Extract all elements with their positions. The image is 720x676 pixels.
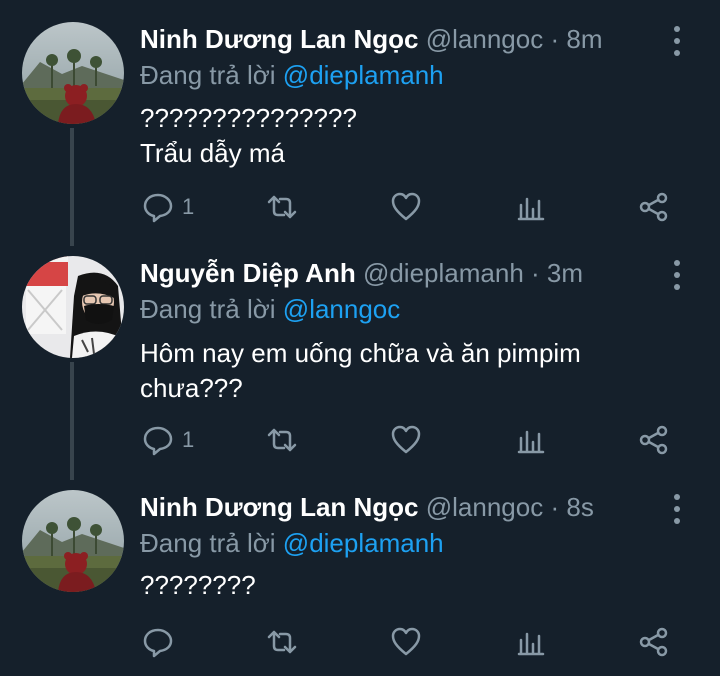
separator-dot: ·	[550, 24, 560, 54]
heart-icon	[391, 627, 421, 656]
reply-count: 1	[182, 427, 195, 452]
more-vertical-icon[interactable]	[668, 494, 686, 524]
avatar-image	[22, 22, 124, 124]
avatar-image	[22, 490, 124, 592]
share-button[interactable]	[638, 187, 670, 227]
tweet-text: ??????????????? Trẩu dẫy má	[140, 101, 357, 171]
timestamp[interactable]: 8s	[566, 492, 593, 522]
replying-to-label: Đang trả lời	[140, 294, 276, 324]
avatar[interactable]	[22, 22, 124, 124]
reply-count: 1	[182, 194, 195, 219]
avatar[interactable]	[22, 490, 124, 592]
views-button[interactable]	[515, 622, 547, 662]
user-handle[interactable]: @lanngoc	[426, 492, 543, 522]
replying-to: Đang trả lời @dieplamanh	[140, 528, 444, 559]
avatar[interactable]	[22, 256, 124, 358]
tweet[interactable]: Ninh Dương Lan Ngọc @lanngoc · 8s Đang t…	[0, 480, 720, 676]
tweet-text-line: Trẩu dẫy má	[140, 138, 285, 168]
retweet-icon	[267, 195, 297, 219]
timestamp[interactable]: 3m	[547, 258, 583, 288]
separator-dot: ·	[550, 492, 560, 522]
analytics-icon	[517, 197, 545, 221]
retweet-button[interactable]	[266, 187, 298, 227]
display-name[interactable]: Ninh Dương Lan Ngọc	[140, 492, 419, 522]
action-bar	[0, 622, 720, 662]
analytics-icon	[517, 632, 545, 656]
share-button[interactable]	[638, 420, 670, 460]
separator-dot: ·	[531, 258, 540, 288]
tweet-text: Hôm nay em uống chữa và ăn pimpim chưa??…	[140, 336, 581, 406]
action-bar: 1	[0, 420, 720, 460]
replying-to-label: Đang trả lời	[140, 60, 276, 90]
retweet-icon	[267, 630, 297, 654]
replying-to: Đang trả lời @dieplamanh	[140, 60, 444, 91]
views-button[interactable]	[515, 420, 547, 460]
tweet-text: ????????	[140, 568, 256, 603]
views-button[interactable]	[515, 187, 547, 227]
like-button[interactable]	[390, 420, 422, 460]
share-icon	[639, 627, 668, 657]
tweet-header: Nguyễn Diệp Anh @dieplamanh · 3m	[140, 258, 583, 289]
tweet[interactable]: Ninh Dương Lan Ngọc @lanngoc · 8m Đang t…	[0, 0, 720, 240]
mention-link[interactable]: @dieplamanh	[283, 60, 444, 90]
reply-button[interactable]: 1	[142, 187, 194, 227]
mention-link[interactable]: @dieplamanh	[283, 528, 444, 558]
reply-icon	[143, 628, 173, 658]
display-name[interactable]: Ninh Dương Lan Ngọc	[140, 24, 419, 54]
tweet-text-line: ????????	[140, 570, 256, 600]
user-handle[interactable]: @lanngoc	[426, 24, 543, 54]
timestamp[interactable]: 8m	[566, 24, 602, 54]
tweet-header: Ninh Dương Lan Ngọc @lanngoc · 8s	[140, 492, 594, 523]
heart-icon	[391, 192, 421, 221]
share-icon	[639, 425, 668, 455]
replying-to: Đang trả lời @lanngoc	[140, 294, 400, 325]
analytics-icon	[517, 430, 545, 454]
like-button[interactable]	[390, 187, 422, 227]
like-button[interactable]	[390, 622, 422, 662]
retweet-button[interactable]	[266, 420, 298, 460]
user-handle[interactable]: @dieplamanh	[363, 258, 524, 288]
share-button[interactable]	[638, 622, 670, 662]
action-bar: 1	[0, 187, 720, 227]
reply-button[interactable]	[142, 622, 174, 662]
mention-link[interactable]: @lanngoc	[283, 294, 400, 324]
retweet-icon	[267, 428, 297, 452]
retweet-button[interactable]	[266, 622, 298, 662]
tweet-text-line: ???????????????	[140, 103, 357, 133]
display-name[interactable]: Nguyễn Diệp Anh	[140, 258, 356, 288]
more-vertical-icon[interactable]	[668, 26, 686, 56]
tweet-header: Ninh Dương Lan Ngọc @lanngoc · 8m	[140, 24, 603, 55]
reply-button[interactable]: 1	[142, 420, 194, 460]
replying-to-label: Đang trả lời	[140, 528, 276, 558]
tweet[interactable]: Nguyễn Diệp Anh @dieplamanh · 3m Đang tr…	[0, 240, 720, 480]
reply-icon	[143, 426, 173, 456]
tweet-text-line: Hôm nay em uống chữa và ăn pimpim	[140, 338, 581, 368]
tweet-text-line: chưa???	[140, 373, 243, 403]
avatar-image	[22, 256, 124, 358]
share-icon	[639, 192, 668, 222]
reply-icon	[143, 193, 173, 223]
heart-icon	[391, 425, 421, 454]
more-vertical-icon[interactable]	[668, 260, 686, 290]
